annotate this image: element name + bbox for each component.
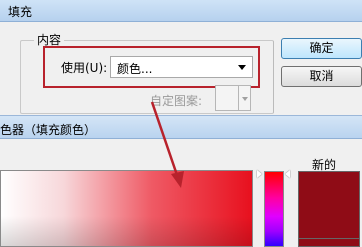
current-color-swatch[interactable] — [298, 239, 360, 247]
hue-slider-right-marker[interactable] — [285, 170, 290, 178]
use-select-value: 颜色... — [117, 62, 153, 76]
use-label: 使用(U): — [61, 61, 108, 75]
cancel-button[interactable]: 取消 — [281, 66, 362, 87]
color-picker-title: 色器（填充颜色） — [0, 123, 97, 137]
color-field[interactable] — [0, 170, 253, 247]
new-color-swatch — [298, 171, 360, 239]
custom-pattern-swatch[interactable] — [215, 85, 239, 111]
color-picker-title-bar[interactable]: 色器（填充颜色） — [0, 115, 362, 139]
hue-slider-left-marker[interactable] — [257, 170, 262, 178]
chevron-down-icon — [238, 65, 246, 70]
ok-button[interactable]: 确定 — [281, 38, 362, 59]
fill-dialog-title: 填充 — [8, 5, 33, 19]
custom-pattern-dropdown-button[interactable] — [239, 85, 251, 111]
use-select[interactable]: 颜色... — [110, 56, 253, 78]
fill-dialog-title-bar[interactable]: 填充 — [0, 0, 362, 22]
fill-dialog: 填充 内容 使用(U): 颜色... 自定图案: 确定 取消 — [0, 0, 362, 115]
color-picker-dialog: 色器（填充颜色） 新的 — [0, 115, 362, 247]
custom-pattern-label: 自定图案: — [150, 94, 203, 108]
hue-slider[interactable] — [264, 171, 284, 247]
